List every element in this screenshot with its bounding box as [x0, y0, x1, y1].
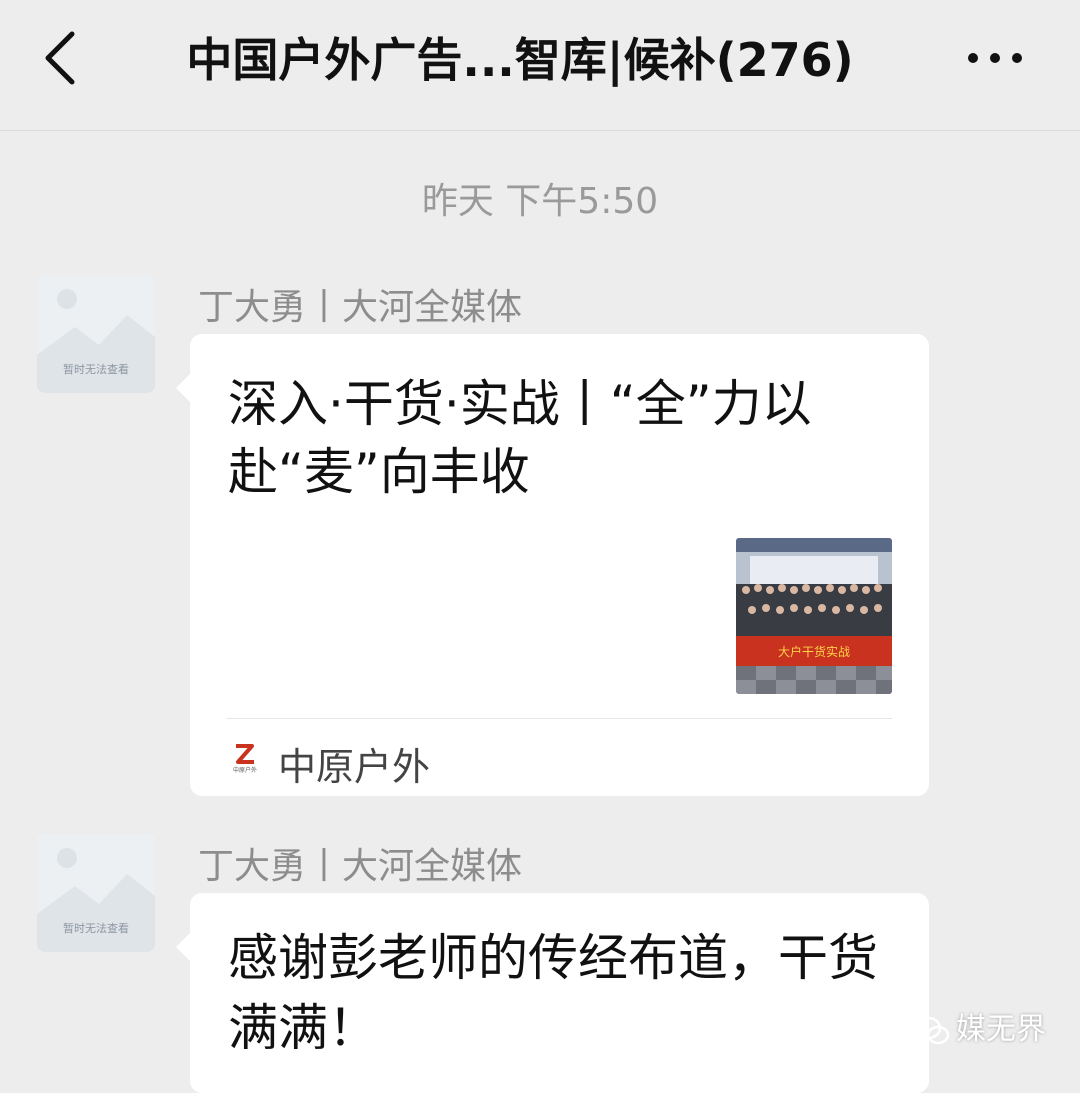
- chat-header: 中国户外广告...智库|候补(276): [0, 0, 1080, 131]
- article-title: 深入·干货·实战丨“全”力以赴“麦”向丰收: [228, 375, 812, 501]
- card-divider: [226, 718, 892, 719]
- avatar[interactable]: 暂时无法查看: [37, 275, 155, 393]
- group-photo-image: 大户干货实战: [736, 538, 892, 694]
- article-card[interactable]: 深入·干货·实战丨“全”力以赴“麦”向丰收 大户干货实战 中原户外 中原户外: [176, 334, 929, 796]
- back-button[interactable]: [38, 28, 88, 88]
- watermark: 媒无界: [914, 1004, 1046, 1048]
- banner-text: 大户干货实战: [778, 644, 850, 659]
- article-thumbnail: 大户干货实战: [736, 538, 892, 694]
- more-button[interactable]: [965, 36, 1025, 76]
- more-dots-icon: [968, 53, 1022, 63]
- avatar-caption: 暂时无法查看: [63, 363, 129, 376]
- message-timestamp: 昨天 下午5:50: [421, 181, 659, 222]
- message-text: 感谢彭老师的传经布道，干货满满！: [228, 929, 878, 1057]
- logo-caption: 中原户外: [233, 766, 257, 774]
- bubble-tail: [176, 933, 190, 961]
- article-source-name: 中原户外: [278, 745, 431, 789]
- avatar[interactable]: 暂时无法查看: [37, 834, 155, 952]
- bubble-tail: [176, 374, 190, 402]
- avatar-caption: 暂时无法查看: [63, 922, 129, 935]
- watermark-text: 媒无界: [956, 1012, 1046, 1047]
- sender-name: 丁大勇丨大河全媒体: [198, 846, 523, 887]
- text-message-bubble[interactable]: 感谢彭老师的传经布道，干货满满！: [176, 893, 929, 1093]
- wechat-logo-icon: [914, 1016, 950, 1044]
- chevron-left-icon: [45, 31, 75, 85]
- zhongyuan-logo-icon: 中原户外: [230, 740, 260, 774]
- sender-name: 丁大勇丨大河全媒体: [198, 287, 523, 328]
- chat-title: 中国户外广告...智库|候补(276): [186, 33, 854, 87]
